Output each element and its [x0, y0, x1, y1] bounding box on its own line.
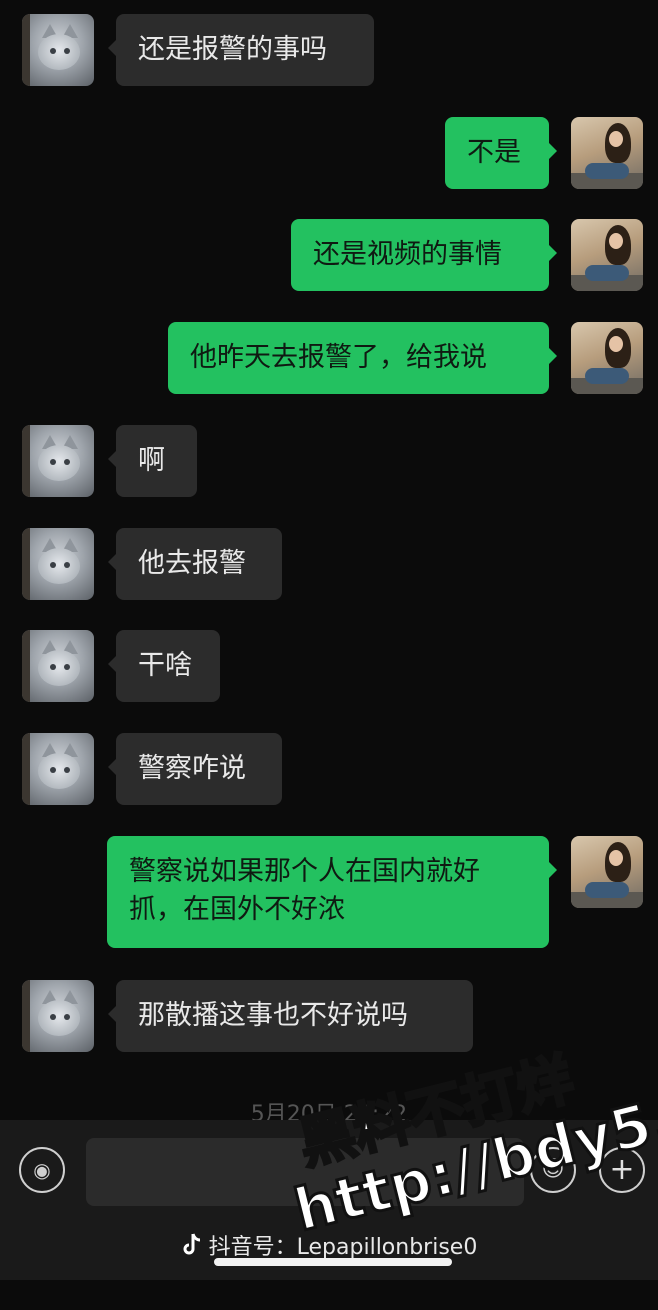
incoming-message-bubble[interactable]: 警察咋说 — [108, 733, 282, 805]
tiktok-logo-icon — [183, 1233, 200, 1255]
contact-avatar[interactable] — [22, 630, 94, 702]
self-avatar[interactable] — [571, 322, 643, 394]
plus-icon: + — [609, 1152, 635, 1187]
contact-avatar[interactable] — [22, 528, 94, 600]
incoming-message-bubble[interactable]: 还是报警的事吗 — [108, 14, 374, 86]
contact-avatar[interactable] — [22, 14, 94, 86]
more-button[interactable]: + — [599, 1147, 645, 1193]
outgoing-message-bubble[interactable]: 警察说如果那个人在国内就好抓，在国外不好浓 — [107, 836, 557, 948]
chat-area: 还是报警的事吗 不是 还是视频的事情 他昨天去报警了，给我说 啊 他去报警 干啥… — [0, 0, 658, 1120]
outgoing-message-bubble[interactable]: 还是视频的事情 — [291, 219, 557, 291]
home-indicator[interactable] — [214, 1258, 452, 1266]
incoming-message-bubble[interactable]: 干啥 — [108, 630, 220, 702]
self-avatar[interactable] — [571, 117, 643, 189]
tiktok-id-watermark: 抖音号：Lepapillonbrise0 — [0, 1229, 658, 1260]
emoji-button[interactable]: ☺ — [530, 1147, 576, 1193]
outgoing-message-bubble[interactable]: 不是 — [445, 117, 557, 189]
outgoing-message-bubble[interactable]: 他昨天去报警了，给我说 — [168, 322, 557, 394]
contact-avatar[interactable] — [22, 980, 94, 1052]
tiktok-id-label: 抖音号： — [208, 1235, 297, 1260]
incoming-message-bubble[interactable]: 他去报警 — [108, 528, 282, 600]
voice-button[interactable]: ◉ — [19, 1147, 65, 1193]
incoming-message-bubble[interactable]: 那散播这事也不好说吗 — [108, 980, 473, 1052]
contact-avatar[interactable] — [22, 425, 94, 497]
emoji-icon: ☺ — [541, 1157, 565, 1182]
tiktok-id-value: Lepapillonbrise0 — [296, 1235, 478, 1260]
self-avatar[interactable] — [571, 836, 643, 908]
self-avatar[interactable] — [571, 219, 643, 291]
incoming-message-bubble[interactable]: 啊 — [108, 425, 197, 497]
contact-avatar[interactable] — [22, 733, 94, 805]
message-input[interactable] — [86, 1138, 524, 1206]
voice-icon: ◉ — [33, 1158, 51, 1182]
